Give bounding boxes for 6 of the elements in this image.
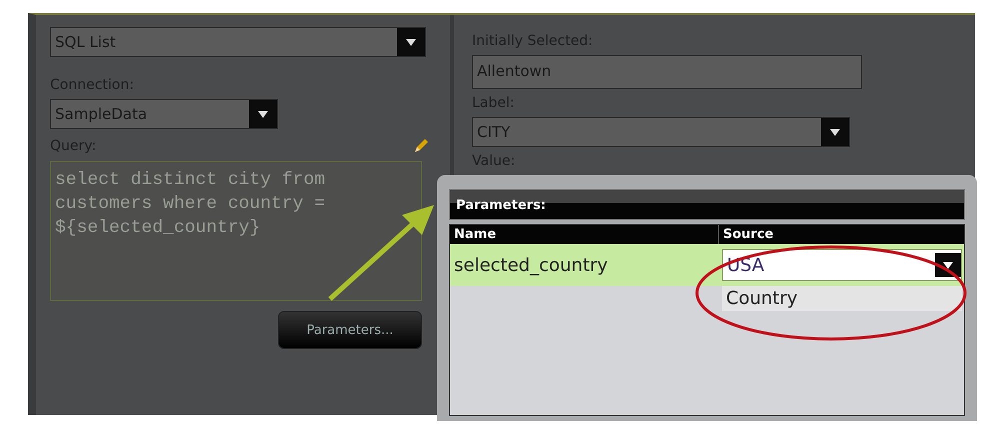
parameters-button[interactable]: Parameters... bbox=[278, 311, 422, 349]
dialog-title: Parameters: bbox=[449, 189, 965, 220]
column-header[interactable]: Source bbox=[719, 225, 778, 244]
pencil-icon[interactable] bbox=[412, 137, 430, 155]
table-cell-text: selected_country bbox=[453, 254, 609, 276]
dropdown-option[interactable]: Country bbox=[722, 286, 962, 311]
